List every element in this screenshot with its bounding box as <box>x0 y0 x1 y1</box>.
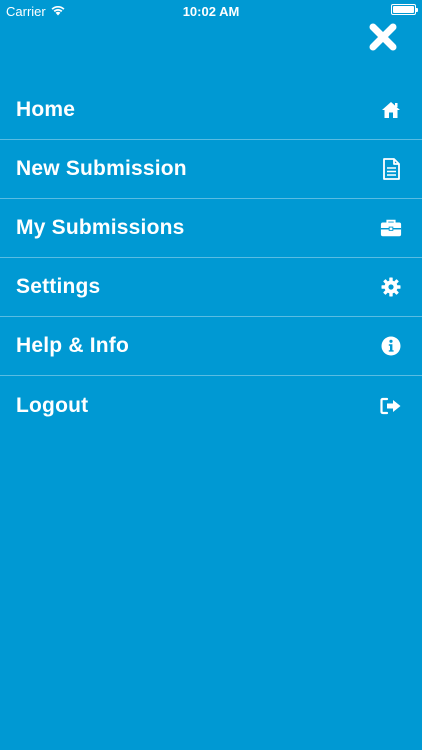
home-icon <box>380 99 402 121</box>
close-button[interactable] <box>368 23 398 56</box>
status-bar: Carrier 10:02 AM <box>0 0 422 22</box>
status-right <box>391 4 418 15</box>
menu-item-help-info[interactable]: Help & Info <box>0 317 422 376</box>
menu-item-settings[interactable]: Settings <box>0 258 422 317</box>
menu-item-label: Settings <box>16 275 101 298</box>
menu-item-label: Help & Info <box>16 334 130 357</box>
menu-item-my-submissions[interactable]: My Submissions <box>0 199 422 258</box>
menu-item-logout[interactable]: Logout <box>0 376 422 435</box>
battery-icon <box>391 4 418 15</box>
gear-icon <box>380 276 402 298</box>
briefcase-icon <box>380 217 402 239</box>
status-time: 10:02 AM <box>182 4 240 19</box>
menu-item-new-submission[interactable]: New Submission <box>0 140 422 199</box>
close-icon <box>369 23 397 56</box>
menu-item-label: Logout <box>16 393 89 417</box>
logout-icon <box>380 395 402 417</box>
menu-item-label: My Submissions <box>16 216 185 239</box>
info-icon <box>380 335 402 357</box>
menu-item-label: Home <box>16 98 76 121</box>
side-menu: Home New Submission My Submissions Setti… <box>0 81 422 435</box>
menu-item-label: New Submission <box>16 157 187 180</box>
menu-item-home[interactable]: Home <box>0 81 422 140</box>
document-icon <box>380 158 402 180</box>
